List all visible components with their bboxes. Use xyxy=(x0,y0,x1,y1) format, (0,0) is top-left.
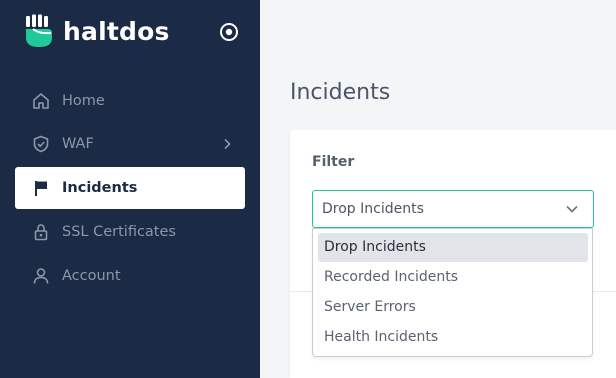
sidebar-item-label: WAF xyxy=(62,136,94,152)
filter-select-value: Drop Incidents xyxy=(322,201,424,217)
page-title: Incidents xyxy=(290,80,391,105)
sidebar-item-label: Incidents xyxy=(62,180,138,196)
dropdown-option-drop-incidents[interactable]: Drop Incidents xyxy=(318,233,588,262)
home-icon xyxy=(31,91,51,111)
sidebar-item-ssl-certificates[interactable]: SSL Certificates xyxy=(15,211,245,253)
sidebar-item-account[interactable]: Account xyxy=(15,255,245,297)
sidebar-item-label: Home xyxy=(62,93,105,109)
chevron-right-icon xyxy=(224,138,231,150)
sidebar: haltdos Home WAF Incidents SSL Certifica… xyxy=(0,0,260,378)
brand[interactable]: haltdos xyxy=(24,14,170,48)
brand-name: haltdos xyxy=(63,16,170,46)
target-circle-icon xyxy=(220,23,238,41)
dropdown-option-server-errors[interactable]: Server Errors xyxy=(318,293,588,322)
user-icon xyxy=(31,266,51,286)
sidebar-item-label: Account xyxy=(62,268,121,284)
chevron-down-icon xyxy=(566,205,578,213)
shield-check-icon xyxy=(31,134,51,154)
filter-select[interactable]: Drop Incidents xyxy=(312,190,594,228)
filter-label: Filter xyxy=(312,154,355,170)
lock-icon xyxy=(31,222,51,242)
flag-icon xyxy=(31,178,51,198)
dropdown-option-recorded-incidents[interactable]: Recorded Incidents xyxy=(318,263,588,292)
collapse-sidebar-button[interactable] xyxy=(217,20,241,44)
fist-logo-icon xyxy=(26,14,52,47)
sidebar-item-incidents[interactable]: Incidents xyxy=(15,167,245,209)
sidebar-item-label: SSL Certificates xyxy=(62,224,176,240)
sidebar-item-home[interactable]: Home xyxy=(15,80,245,122)
filter-dropdown-menu: Drop Incidents Recorded Incidents Server… xyxy=(312,228,593,357)
sidebar-item-waf[interactable]: WAF xyxy=(15,123,245,165)
dropdown-option-health-incidents[interactable]: Health Incidents xyxy=(318,323,588,352)
